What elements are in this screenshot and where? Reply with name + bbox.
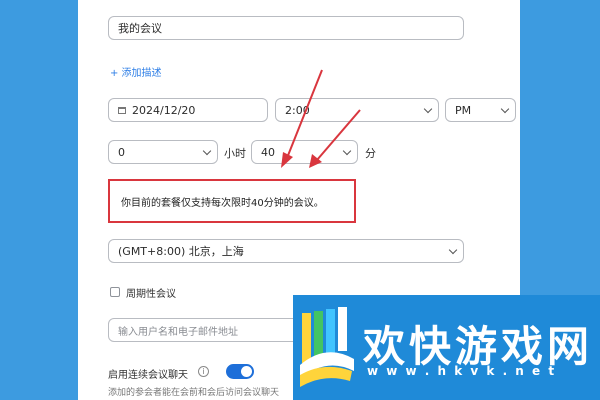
annotation-arrow (316, 109, 361, 161)
watermark-logo-icon (300, 307, 354, 387)
timezone-select[interactable]: (GMT+8:00) 北京，上海 (108, 239, 464, 263)
toggle-knob (241, 366, 252, 377)
annotation-arrow (286, 69, 323, 159)
watermark-logo: 欢快游戏网 w w w . h k v k . n e t (293, 295, 600, 400)
watermark-url: w w w . h k v k . n e t (367, 364, 557, 378)
timezone-value: (GMT+8:00) 北京，上海 (118, 245, 244, 258)
info-icon[interactable]: i (198, 366, 209, 377)
chevron-down-icon (448, 245, 458, 255)
invitee-input[interactable]: 输入用户名和电子邮件地址 (108, 318, 308, 342)
annotation-arrowhead (281, 152, 293, 168)
recurring-checkbox[interactable] (110, 287, 120, 297)
invitee-placeholder: 输入用户名和电子邮件地址 (118, 326, 238, 338)
continuous-chat-description: 添加的参会者能在会前和会后访问会议聊天 (108, 388, 280, 398)
continuous-chat-toggle[interactable] (226, 364, 254, 379)
continuous-chat-label: 启用连续会议聊天 (108, 370, 188, 381)
recurring-label: 周期性会议 (126, 289, 176, 300)
